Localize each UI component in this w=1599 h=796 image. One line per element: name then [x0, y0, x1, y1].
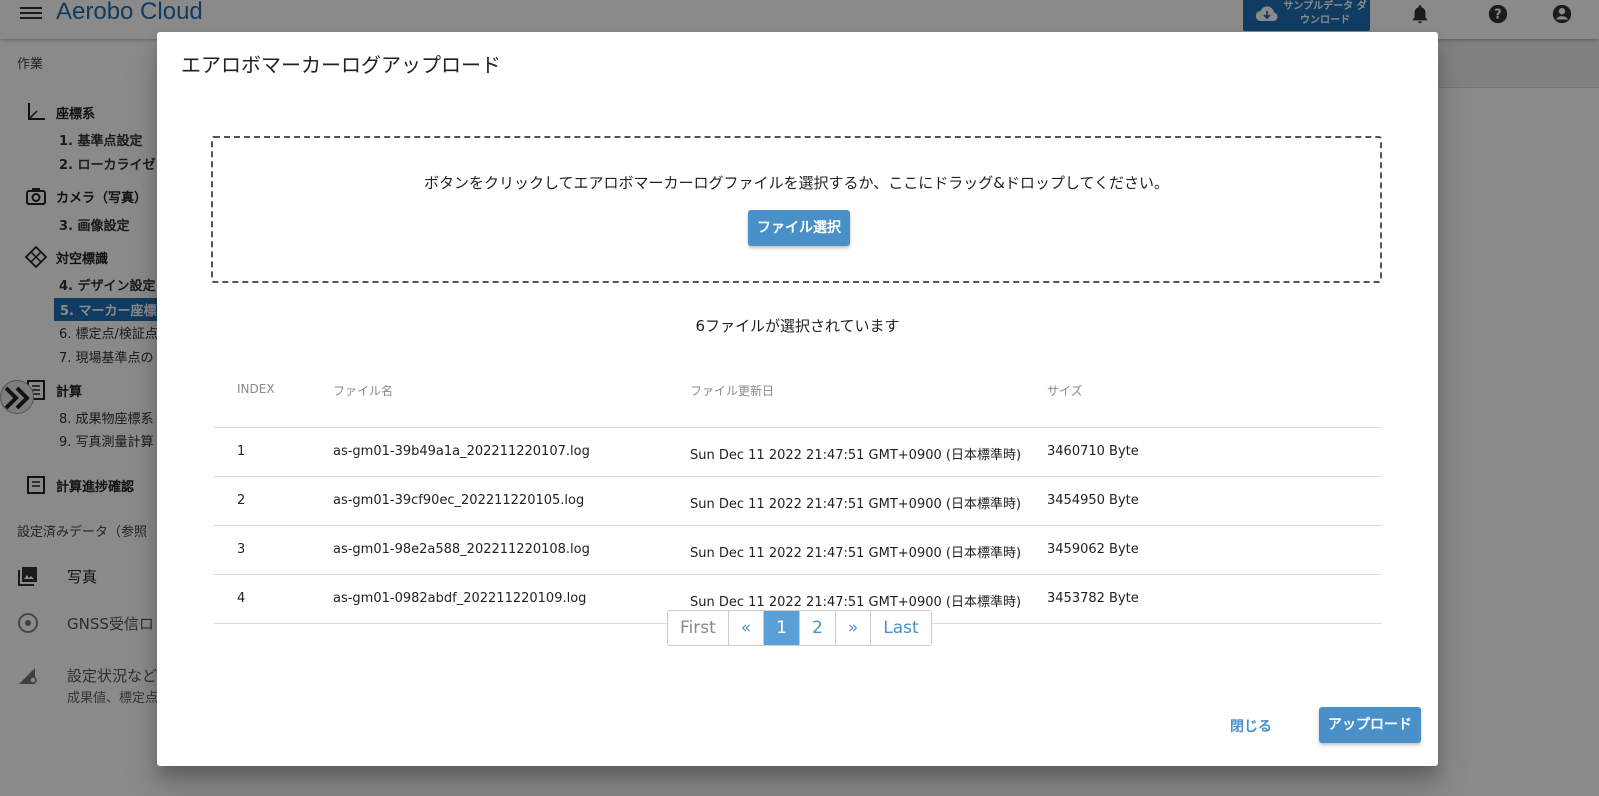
pagination-page-2[interactable]: 2 [800, 611, 836, 645]
cell-size: 3459062 Byte [1047, 542, 1139, 557]
cell-size: 3454950 Byte [1047, 493, 1139, 508]
cell-size: 3453782 Byte [1047, 591, 1139, 606]
column-header-size: サイズ [1047, 384, 1083, 398]
cell-index: 4 [237, 591, 246, 606]
table-row: 1 as-gm01-39b49a1a_202211220107.log Sun … [213, 428, 1382, 477]
table-row: 2 as-gm01-39cf90ec_202211220105.log Sun … [213, 477, 1382, 526]
cell-filename: as-gm01-39cf90ec_202211220105.log [333, 493, 585, 508]
column-header-modified: ファイル更新日 [690, 384, 775, 398]
pagination-last[interactable]: Last [871, 611, 931, 645]
selected-file-count: 6ファイルが選択されています [695, 317, 900, 335]
close-button[interactable]: 閉じる [1230, 716, 1272, 736]
file-table: INDEX ファイル名 ファイル更新日 サイズ 1 as-gm01-39b49a… [213, 354, 1382, 624]
pagination: First « 1 2 » Last [667, 610, 932, 646]
pagination-first[interactable]: First [668, 611, 729, 645]
column-header-index: INDEX [237, 382, 275, 396]
table-header: INDEX ファイル名 ファイル更新日 サイズ [213, 354, 1382, 428]
cell-modified: Sun Dec 11 2022 21:47:51 GMT+0900 (日本標準時… [690, 546, 1022, 561]
cell-filename: as-gm01-98e2a588_202211220108.log [333, 542, 590, 557]
cell-index: 1 [237, 444, 246, 459]
pagination-next[interactable]: » [835, 611, 872, 645]
file-dropzone[interactable]: ボタンをクリックしてエアロボマーカーログファイルを選択するか、ここにドラッグ&ド… [211, 136, 1382, 283]
cell-modified: Sun Dec 11 2022 21:47:51 GMT+0900 (日本標準時… [690, 497, 1022, 512]
column-header-filename: ファイル名 [333, 384, 394, 398]
pagination-page-1[interactable]: 1 [764, 611, 801, 645]
cell-size: 3460710 Byte [1047, 444, 1139, 459]
cell-index: 2 [237, 493, 246, 508]
cell-filename: as-gm01-0982abdf_202211220109.log [333, 591, 587, 606]
cell-modified: Sun Dec 11 2022 21:47:51 GMT+0900 (日本標準時… [690, 595, 1022, 610]
cell-index: 3 [237, 542, 246, 557]
table-row: 3 as-gm01-98e2a588_202211220108.log Sun … [213, 526, 1382, 575]
pagination-prev[interactable]: « [728, 611, 765, 645]
dropzone-instruction: ボタンをクリックしてエアロボマーカーログファイルを選択するか、ここにドラッグ&ド… [423, 174, 1170, 192]
cell-modified: Sun Dec 11 2022 21:47:51 GMT+0900 (日本標準時… [690, 448, 1022, 463]
file-select-button[interactable]: ファイル選択 [748, 210, 850, 246]
cell-filename: as-gm01-39b49a1a_202211220107.log [333, 444, 590, 459]
dialog-title: エアロボマーカーログアップロード [181, 53, 501, 77]
upload-button[interactable]: アップロード [1319, 707, 1421, 743]
upload-dialog: エアロボマーカーログアップロード ボタンをクリックしてエアロボマーカーログファイ… [157, 32, 1438, 766]
